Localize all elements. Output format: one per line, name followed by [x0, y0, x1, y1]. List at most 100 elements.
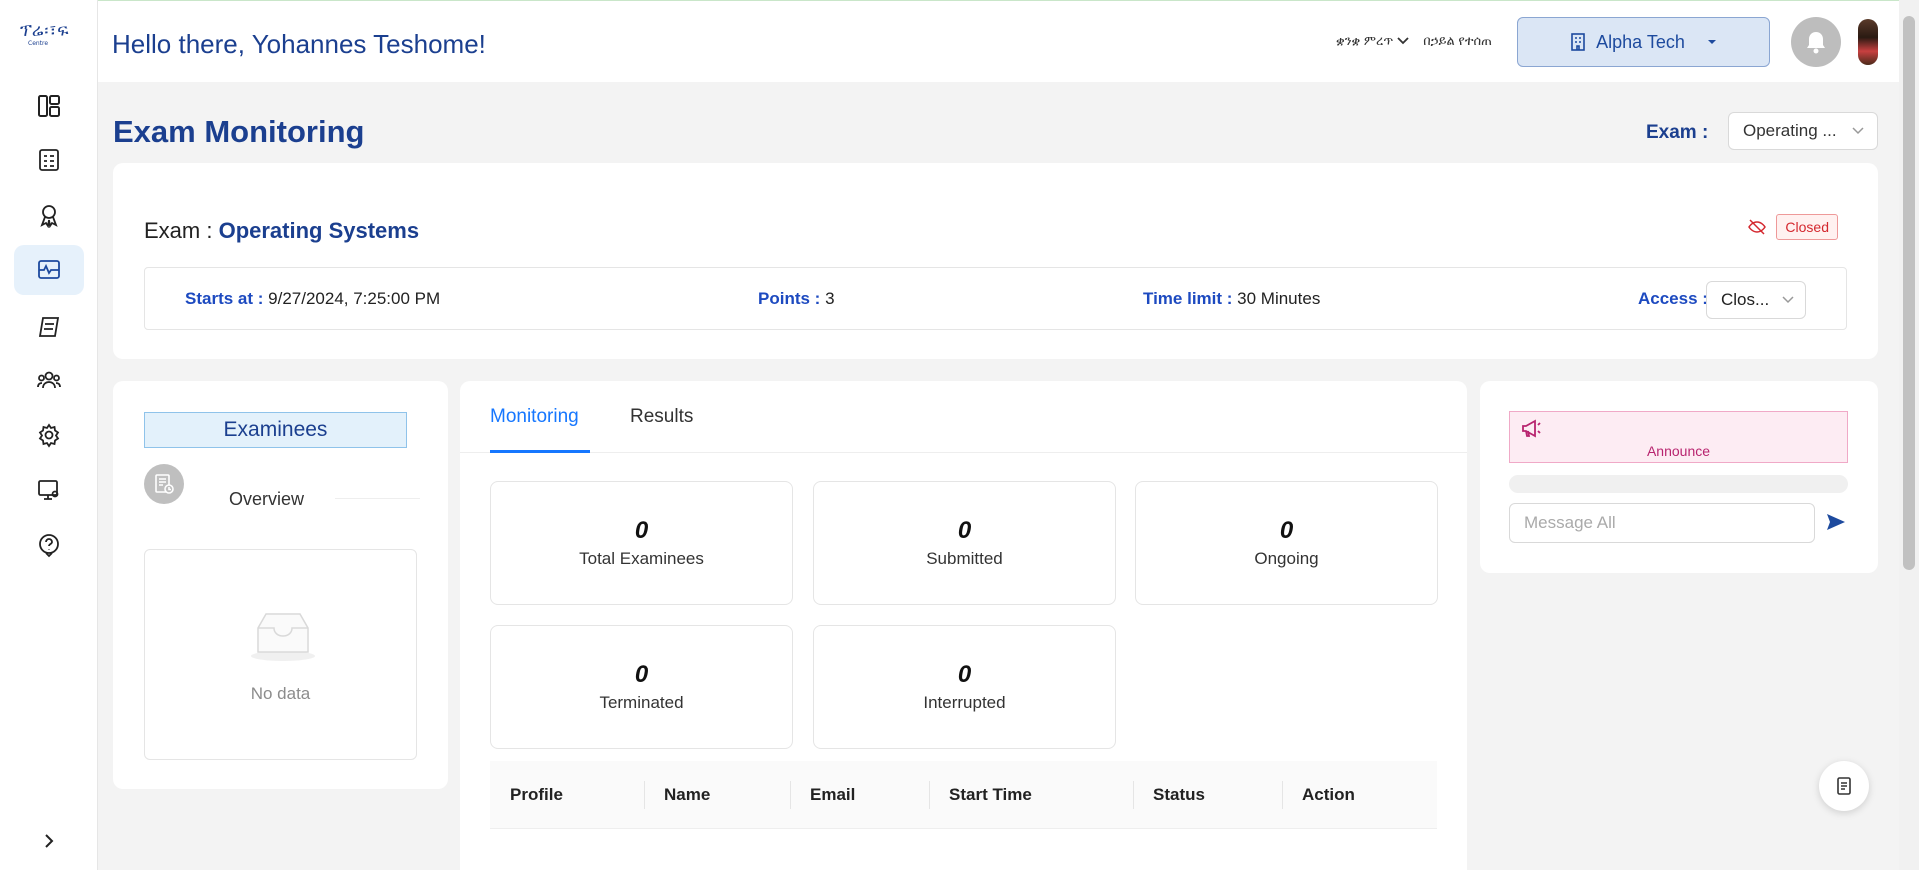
top-bar: Hello there, Yohannes Teshome! ቋንቋ ምረጥ በ… [98, 0, 1919, 82]
examinees-table-header: Profile Name Email Start Time Status Act… [490, 761, 1437, 829]
organization-name: Alpha Tech [1596, 31, 1685, 52]
sidebar-item-monitoring[interactable] [14, 245, 84, 295]
megaphone-icon [1522, 419, 1541, 438]
presentation-icon [38, 480, 59, 500]
column-header-profile[interactable]: Profile [510, 785, 563, 805]
sidebar: ፕሬ፡፣ፍ Centre [0, 0, 98, 870]
access-label: Access : [1638, 289, 1708, 308]
sidebar-item-help[interactable] [14, 520, 84, 570]
examinees-button[interactable]: Examinees [144, 412, 407, 448]
starts-at: Starts at : 9/27/2024, 7:25:00 PM [185, 289, 440, 309]
scrollbar-thumb[interactable] [1903, 16, 1915, 570]
column-divider [1282, 781, 1283, 809]
sidebar-expand-button[interactable] [36, 828, 62, 854]
sidebar-item-dashboard[interactable] [14, 81, 84, 131]
overview-icon[interactable] [144, 464, 184, 504]
status-badge: Closed [1776, 214, 1838, 240]
column-header-start-time[interactable]: Start Time [949, 785, 1032, 805]
time-limit-value: 30 Minutes [1237, 289, 1321, 308]
certificate-icon [40, 205, 58, 228]
sidebar-item-exams[interactable] [14, 135, 84, 185]
exam-info-card: Exam : Operating Systems Closed Starts a… [113, 163, 1878, 359]
sidebar-item-settings[interactable] [14, 410, 84, 460]
exam-name: Operating Systems [218, 218, 420, 243]
language-selector[interactable]: ቋንቋ ምረጥ በኃይል የተሰጠ [1336, 33, 1492, 49]
column-divider [929, 781, 930, 809]
language-label: ቋንቋ ምረጥ [1336, 33, 1394, 48]
organization-dropdown[interactable]: Alpha Tech [1517, 17, 1770, 67]
examinees-panel: Examinees Overview No data [113, 381, 448, 789]
stat-label: Interrupted [923, 693, 1006, 712]
points: Points : 3 [758, 289, 835, 309]
sidebar-item-presentation[interactable] [14, 465, 84, 515]
language-option: በኃይል የተሰጠ [1423, 33, 1492, 48]
empty-state: No data [144, 549, 417, 760]
user-avatar[interactable] [1858, 19, 1878, 65]
announce-button[interactable]: Announce [1509, 411, 1848, 463]
users-icon [37, 371, 61, 389]
time-limit-label: Time limit : [1143, 289, 1238, 308]
exams-icon [39, 149, 59, 171]
stat-label: Ongoing [1254, 549, 1319, 568]
points-label: Points : [758, 289, 826, 308]
column-header-status[interactable]: Status [1153, 785, 1205, 805]
empty-state-text: No data [250, 684, 311, 703]
results-icon [38, 317, 60, 337]
svg-text:Centre: Centre [28, 40, 48, 46]
stat-submitted: 0 Submitted [813, 481, 1116, 605]
exam-details-row: Starts at : 9/27/2024, 7:25:00 PM Points… [144, 267, 1847, 330]
tab-monitoring[interactable]: Monitoring [490, 406, 579, 428]
starts-at-value: 9/27/2024, 7:25:00 PM [268, 289, 441, 308]
stat-value: 0 [634, 517, 649, 544]
column-divider [644, 781, 645, 809]
column-header-name[interactable]: Name [664, 785, 710, 805]
floating-document-button[interactable] [1819, 761, 1869, 811]
bell-icon [1807, 32, 1825, 54]
message-all-input[interactable] [1509, 503, 1815, 543]
sidebar-item-results[interactable] [14, 302, 84, 352]
sidebar-item-users[interactable] [14, 355, 84, 405]
stat-label: Submitted [926, 549, 1003, 568]
announce-label: Announce [1646, 443, 1711, 459]
stat-label: Terminated [599, 693, 684, 712]
svg-text:ፕሬ፡፣ፍ: ፕሬ፡፣ፍ [20, 21, 70, 41]
time-limit: Time limit : 30 Minutes [1143, 289, 1320, 309]
app-logo[interactable]: ፕሬ፡፣ፍ Centre [20, 18, 80, 47]
announce-progress [1509, 475, 1848, 493]
chevron-down-icon [1852, 127, 1864, 135]
exam-select-label: Exam : [1646, 122, 1709, 143]
stat-value: 0 [957, 661, 972, 688]
sidebar-item-certificates[interactable] [14, 190, 84, 240]
page-scrollbar[interactable] [1899, 0, 1919, 870]
send-button[interactable] [1825, 511, 1849, 535]
column-divider [790, 781, 791, 809]
dashboard-icon [38, 95, 60, 117]
notifications-button[interactable] [1791, 17, 1841, 67]
stat-value: 0 [634, 661, 649, 688]
stat-interrupted: 0 Interrupted [813, 625, 1116, 749]
exam-select[interactable]: Operating ... [1728, 112, 1878, 150]
stat-ongoing: 0 Ongoing [1135, 481, 1438, 605]
column-header-action[interactable]: Action [1302, 785, 1355, 805]
tab-results[interactable]: Results [630, 406, 693, 428]
exam-select-value: Operating ... [1743, 121, 1837, 140]
access-select[interactable]: Clos... [1706, 281, 1806, 319]
building-icon [1571, 33, 1585, 51]
eye-off-icon[interactable] [1748, 219, 1767, 235]
exam-heading: Exam : Operating Systems [144, 218, 419, 244]
announce-panel: Announce [1480, 381, 1878, 573]
overview-label: Overview [229, 489, 305, 509]
chevron-down-icon [1782, 296, 1794, 304]
monitoring-panel: Monitoring Results 0 Total Examinees 0 S… [460, 381, 1467, 870]
chevron-down-icon [1397, 37, 1409, 45]
document-icon [1837, 777, 1851, 795]
starts-at-label: Starts at : [185, 289, 269, 308]
help-icon [39, 534, 59, 558]
column-header-email[interactable]: Email [810, 785, 855, 805]
empty-inbox-icon [251, 613, 315, 661]
stat-value: 0 [957, 517, 972, 544]
tabs: Monitoring Results [460, 381, 1467, 453]
chevron-right-icon [45, 834, 54, 848]
gear-icon [38, 423, 60, 448]
page-title: Exam Monitoring [113, 114, 365, 149]
